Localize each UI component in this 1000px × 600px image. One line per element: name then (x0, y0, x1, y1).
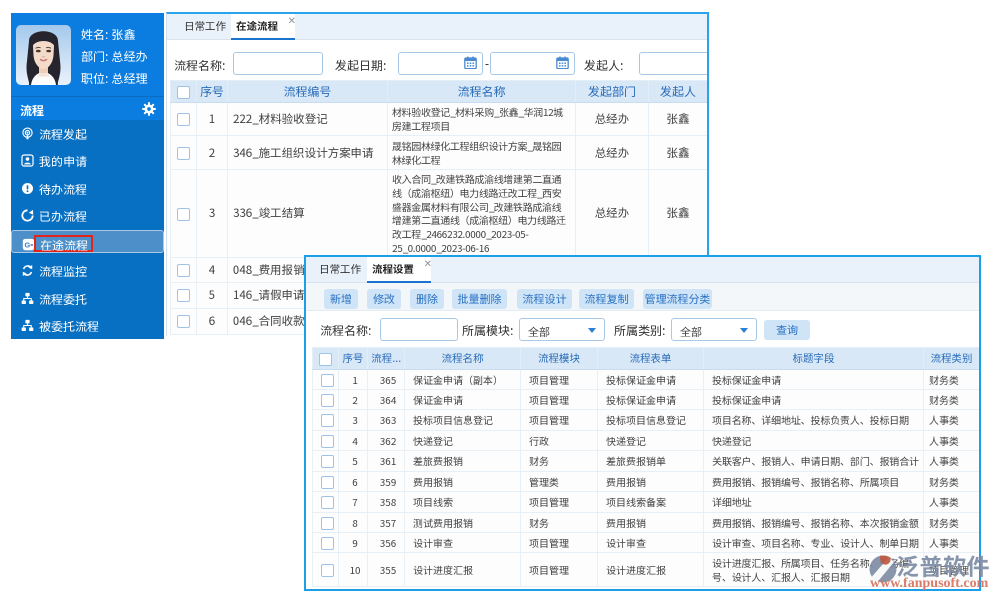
svg-text:G: G (24, 240, 30, 249)
